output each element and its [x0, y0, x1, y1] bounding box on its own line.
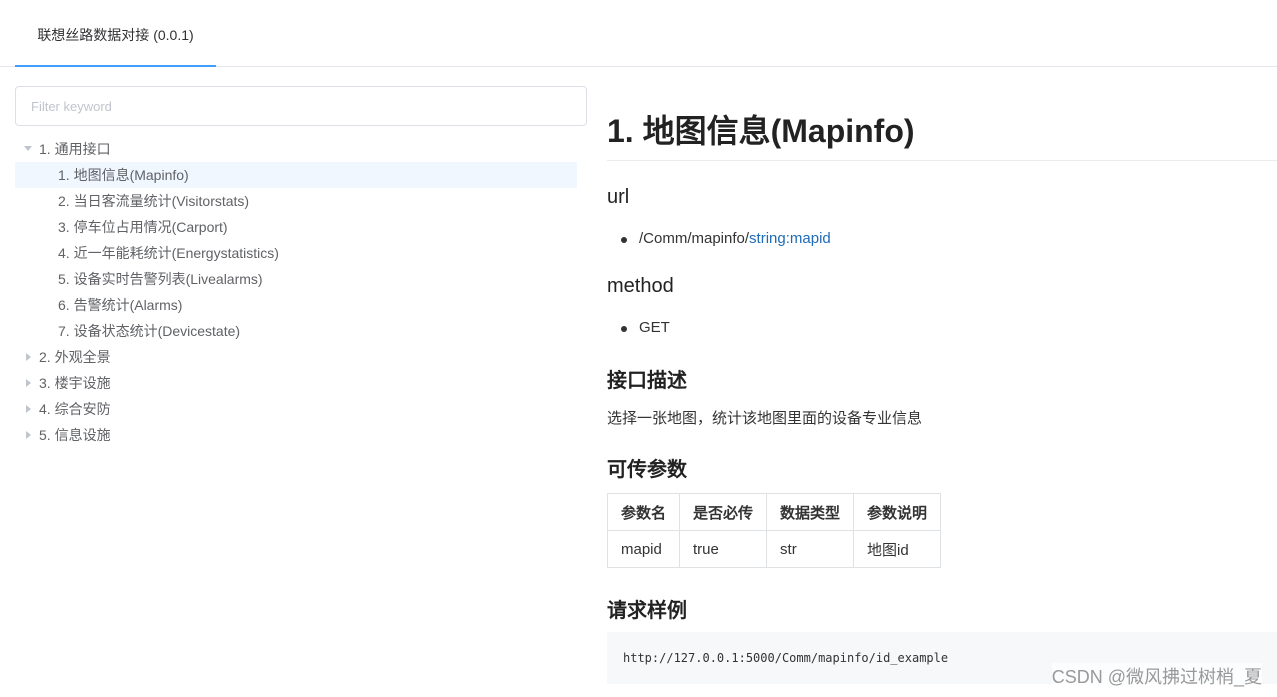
- params-table: 参数名 是否必传 数据类型 参数说明 mapid true str 地图id: [606, 493, 942, 568]
- table-cell: true: [679, 530, 768, 568]
- url-heading: url: [607, 186, 630, 208]
- tree-node-label: 2. 当日客流量统计(Visitorstats): [58, 193, 250, 209]
- method-value: GET: [639, 319, 670, 336]
- example-heading: 请求样例: [607, 600, 687, 622]
- tree-node-security[interactable]: 4. 综合安防: [15, 396, 577, 422]
- tree-node-mapinfo[interactable]: 1. 地图信息(Mapinfo): [15, 162, 577, 188]
- tree-node-general-api[interactable]: 1. 通用接口: [15, 136, 577, 162]
- tree-node-label: 3. 停车位占用情况(Carport): [58, 219, 228, 235]
- description-heading: 接口描述: [607, 370, 687, 392]
- table-header-cell: 是否必传: [679, 493, 768, 531]
- tree-node-building[interactable]: 3. 楼宇设施: [15, 370, 577, 396]
- table-header-cell: 数据类型: [766, 493, 855, 531]
- tree-node-appearance[interactable]: 2. 外观全景: [15, 344, 577, 370]
- description-text: 选择一张地图，统计该地图里面的设备专业信息: [607, 410, 923, 427]
- caret-right-icon[interactable]: [26, 405, 31, 413]
- table-header-cell: 参数说明: [853, 493, 942, 531]
- tree-node-label: 6. 告警统计(Alarms): [58, 297, 183, 313]
- url-param-link[interactable]: string:mapid: [749, 230, 831, 247]
- table-row: mapid true str 地图id: [606, 530, 942, 568]
- tree-node-visitorstats[interactable]: 2. 当日客流量统计(Visitorstats): [15, 188, 577, 214]
- caret-right-icon[interactable]: [26, 353, 31, 361]
- caret-right-icon[interactable]: [26, 379, 31, 387]
- url-prefix: /Comm/mapinfo/: [639, 230, 750, 247]
- caret-right-icon[interactable]: [26, 431, 31, 439]
- tree-node-energystatistics[interactable]: 4. 近一年能耗统计(Energystatistics): [15, 240, 577, 266]
- params-heading: 可传参数: [607, 459, 687, 481]
- tree-node-carport[interactable]: 3. 停车位占用情况(Carport): [15, 214, 577, 240]
- tree-node-livealarms[interactable]: 5. 设备实时告警列表(Livealarms): [15, 266, 577, 292]
- table-cell: str: [766, 530, 855, 568]
- page-title: 1. 地图信息(Mapinfo): [607, 100, 1277, 161]
- tree-node-label: 5. 信息设施: [39, 427, 111, 443]
- table-header-row: 参数名 是否必传 数据类型 参数说明: [606, 493, 942, 531]
- tree-node-devicestate[interactable]: 7. 设备状态统计(Devicestate): [15, 318, 577, 344]
- doc-content: 1. 地图信息(Mapinfo) url /Comm/mapinfo/strin…: [606, 100, 1277, 684]
- tree-node-label: 4. 近一年能耗统计(Energystatistics): [58, 245, 279, 261]
- tree-node-alarms[interactable]: 6. 告警统计(Alarms): [15, 292, 577, 318]
- table-cell: 地图id: [853, 530, 942, 568]
- tree-node-label: 1. 通用接口: [39, 141, 111, 157]
- tree-node-label: 4. 综合安防: [39, 401, 111, 417]
- tree-node-label: 2. 外观全景: [39, 349, 111, 365]
- method-heading: method: [607, 275, 674, 297]
- url-item: /Comm/mapinfo/string:mapid: [621, 230, 831, 247]
- table-header-cell: 参数名: [606, 493, 681, 531]
- tree-node-label: 7. 设备状态统计(Devicestate): [58, 323, 241, 339]
- tab-api-doc[interactable]: 联想丝路数据对接 (0.0.1): [15, 0, 216, 67]
- top-tab-bar: 联想丝路数据对接 (0.0.1): [0, 0, 1277, 67]
- sidebar: 1. 通用接口 1. 地图信息(Mapinfo) 2. 当日客流量统计(Visi…: [15, 86, 587, 448]
- tree-node-label: 5. 设备实时告警列表(Livealarms): [58, 271, 263, 287]
- caret-down-icon[interactable]: [24, 146, 32, 151]
- table-cell: mapid: [606, 530, 681, 568]
- method-item: GET: [621, 319, 670, 336]
- api-tree: 1. 通用接口 1. 地图信息(Mapinfo) 2. 当日客流量统计(Visi…: [15, 136, 577, 448]
- watermark: CSDN @微风拂过树梢_夏: [1051, 663, 1262, 689]
- tree-node-label: 1. 地图信息(Mapinfo): [58, 167, 189, 183]
- tree-node-label: 3. 楼宇设施: [39, 375, 111, 391]
- filter-keyword-input[interactable]: [15, 86, 587, 126]
- tree-node-info-facilities[interactable]: 5. 信息设施: [15, 422, 577, 448]
